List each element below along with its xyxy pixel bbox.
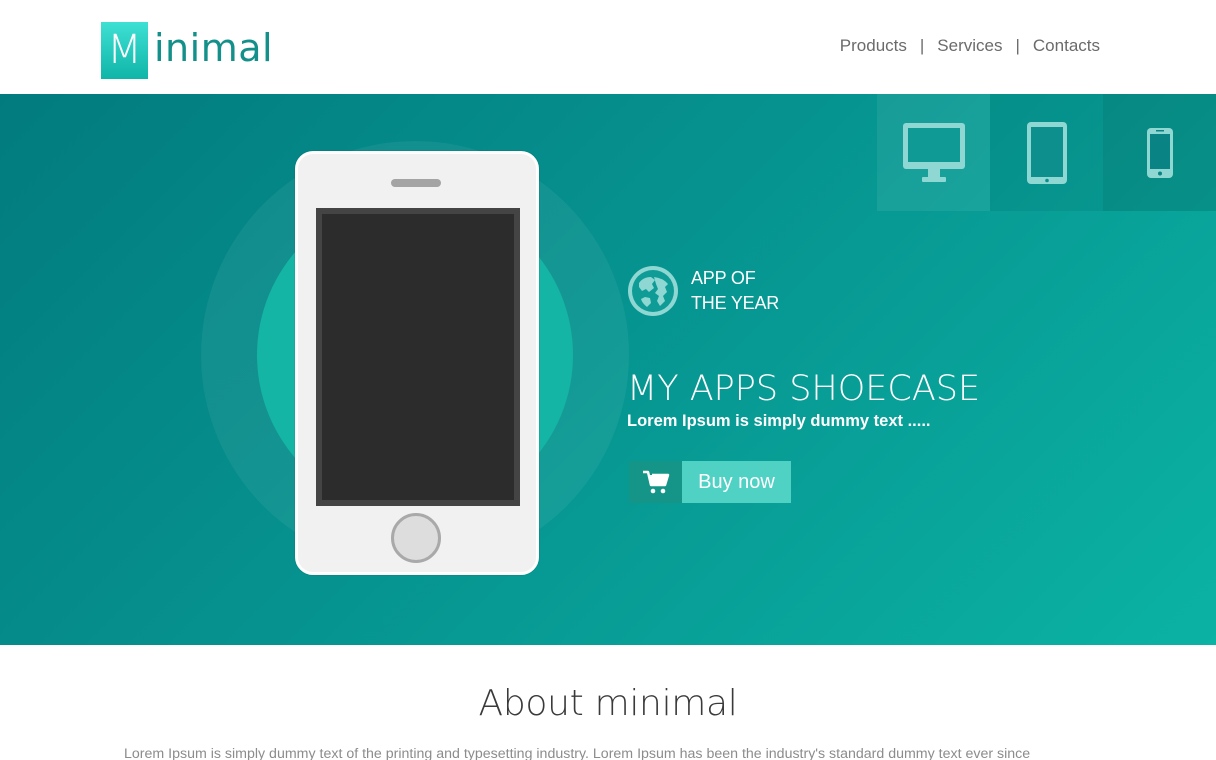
- nav-products-link[interactable]: Products: [840, 36, 907, 56]
- buy-icon-box: [629, 461, 682, 503]
- main-nav: Products | Services | Contacts: [840, 36, 1100, 56]
- award-badge: APP OF THE YEAR: [627, 265, 779, 317]
- award-line-1: APP OF: [691, 268, 756, 288]
- desktop-icon: [902, 122, 965, 182]
- nav-contacts-link[interactable]: Contacts: [1033, 36, 1100, 56]
- smartphone-icon: [1146, 127, 1173, 178]
- award-text: APP OF THE YEAR: [691, 266, 779, 316]
- nav-separator: |: [919, 36, 925, 55]
- device-tab-desktop[interactable]: [877, 94, 990, 211]
- hero-subtitle: Lorem Ipsum is simply dummy text .....: [627, 412, 931, 430]
- hero-title: MY APPS SHOECASE: [627, 369, 981, 409]
- page: M inimal Products | Services | Contacts: [0, 0, 1216, 760]
- buy-now-button[interactable]: Buy now: [629, 461, 791, 503]
- cart-icon: [642, 470, 669, 494]
- globe-icon: [628, 266, 678, 316]
- tablet-icon: [1026, 121, 1067, 184]
- about-title: About minimal: [478, 683, 738, 724]
- about-text: Lorem Ipsum is simply dummy text of the …: [124, 746, 1031, 760]
- phone-mockup: [295, 151, 539, 575]
- buy-now-label: Buy now: [682, 461, 791, 503]
- device-tab-tablet[interactable]: [990, 94, 1103, 211]
- hero-banner: APP OF THE YEAR MY APPS SHOECASE Lorem I…: [0, 94, 1216, 645]
- nav-services-link[interactable]: Services: [937, 36, 1002, 56]
- device-tab-smartphone[interactable]: [1103, 94, 1216, 211]
- site-header: M inimal Products | Services | Contacts: [0, 0, 1216, 94]
- phone-home-button: [391, 513, 441, 563]
- phone-speaker: [391, 179, 441, 187]
- device-switcher: [877, 94, 1216, 211]
- phone-screen: [316, 208, 520, 506]
- logo-link[interactable]: M inimal: [101, 21, 273, 79]
- award-line-2: THE YEAR: [691, 293, 780, 313]
- nav-separator: |: [1015, 36, 1020, 55]
- logo-wordmark: inimal: [154, 26, 274, 70]
- logo-mark: M: [101, 21, 148, 79]
